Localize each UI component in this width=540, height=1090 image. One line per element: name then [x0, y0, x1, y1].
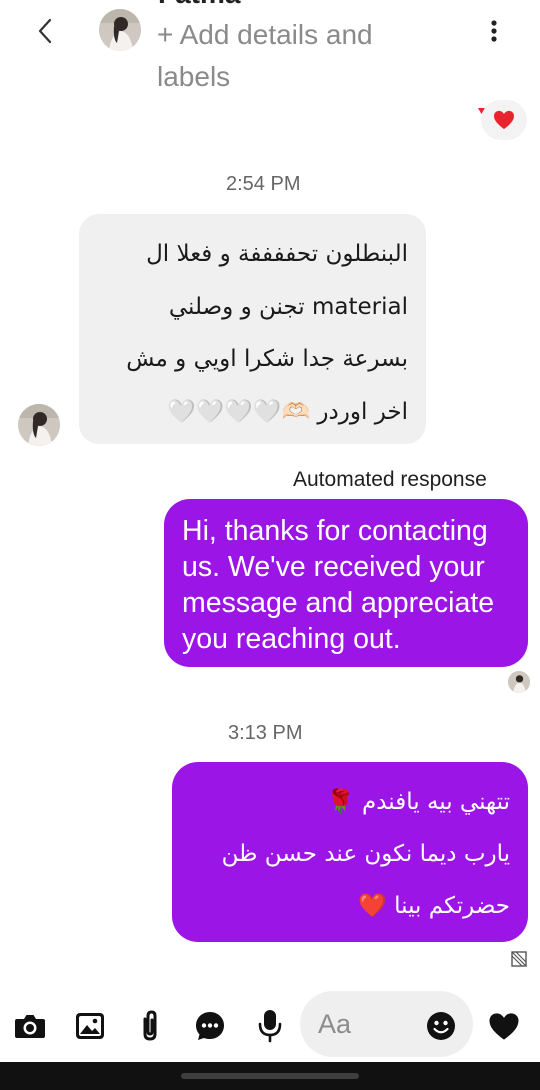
contact-avatar[interactable] [99, 9, 141, 51]
camera-button[interactable] [10, 1006, 50, 1046]
contact-name[interactable]: Fatma [158, 0, 240, 10]
gallery-icon [76, 1013, 104, 1039]
message-line: اخر اوردر 🫶🏻🤍🤍🤍🤍 [166, 398, 408, 425]
back-button[interactable] [30, 14, 60, 48]
outgoing-message-bubble[interactable]: تتهني بيه يافندم 🌹 يارب ديما نكون عند حس… [172, 762, 528, 942]
back-arrow-icon [38, 18, 52, 44]
heart-reaction-icon [494, 110, 514, 130]
read-receipt-avatar [508, 671, 530, 693]
like-heart-button[interactable] [484, 1006, 524, 1046]
home-indicator[interactable] [181, 1073, 359, 1079]
message-text: Hi, thanks for contacting us. We've rece… [182, 515, 495, 655]
outgoing-message-bubble[interactable]: Hi, thanks for contacting us. We've rece… [164, 499, 528, 667]
microphone-icon [258, 1010, 282, 1043]
message-line: البنطلون تحففففة و فعلا ال [146, 241, 408, 267]
emoji-button[interactable] [421, 1006, 461, 1046]
automated-response-label: Automated response [293, 468, 487, 491]
add-details-link[interactable]: + Add details and labels [157, 14, 427, 98]
microphone-button[interactable] [250, 1006, 290, 1046]
more-chat-button[interactable] [190, 1006, 230, 1046]
more-options-button[interactable] [478, 14, 510, 48]
camera-icon [15, 1015, 45, 1038]
message-line: تتهني بيه يافندم 🌹 [326, 789, 510, 815]
kebab-menu-icon [491, 20, 497, 42]
message-input-placeholder: Aa [318, 1009, 352, 1039]
message-line: يارب ديما نكون عند حسن ظن [221, 841, 510, 867]
timestamp: 2:54 PM [226, 173, 301, 195]
message-line: material تجنن و وصلني [168, 293, 408, 320]
attachment-button[interactable] [130, 1006, 170, 1046]
sender-avatar[interactable] [18, 404, 60, 446]
more-chat-icon [196, 1012, 224, 1040]
incoming-message-bubble[interactable]: البنطلون تحففففة و فعلا ال material تجنن… [79, 214, 426, 444]
heart-icon [489, 1012, 519, 1040]
emoji-icon [427, 1012, 455, 1040]
message-reaction[interactable] [481, 100, 527, 140]
gallery-button[interactable] [70, 1006, 110, 1046]
seen-icon [511, 951, 527, 967]
attachment-icon [143, 1010, 157, 1041]
message-line: حضرتكم بينا ❤️ [358, 893, 510, 919]
timestamp: 3:13 PM [228, 722, 303, 744]
message-line: بسرعة جدا شكرا اويي و مش [126, 346, 408, 372]
